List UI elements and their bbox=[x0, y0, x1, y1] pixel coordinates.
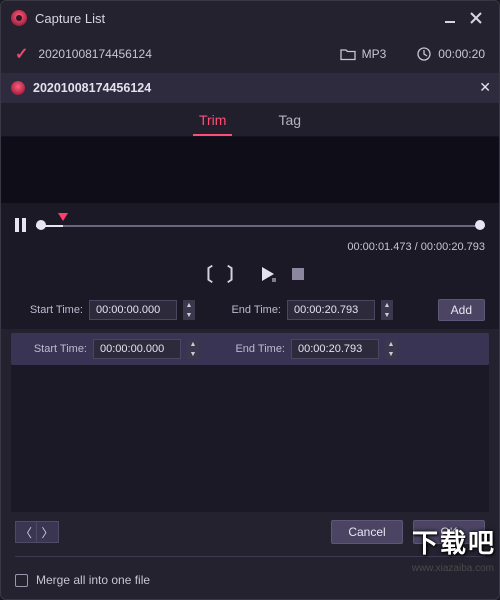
editor-header: 20201008174456124 ✕ bbox=[1, 73, 499, 103]
set-in-button[interactable]: 〔 bbox=[195, 261, 213, 287]
bottom-button-row: 〈 〉 Cancel OK bbox=[1, 512, 499, 552]
ok-button[interactable]: OK bbox=[413, 520, 485, 544]
tab-bar: Trim Tag bbox=[1, 103, 499, 137]
close-button[interactable] bbox=[463, 8, 489, 28]
capture-id: 20201008174456124 bbox=[38, 47, 151, 61]
prev-button[interactable]: 〈 bbox=[15, 521, 37, 543]
editor-title: 20201008174456124 bbox=[33, 81, 151, 95]
merge-checkbox[interactable] bbox=[15, 574, 28, 587]
range-start-handle[interactable] bbox=[36, 220, 46, 230]
app-window: Capture List ✓ 20201008174456124 MP3 00:… bbox=[0, 0, 500, 600]
app-logo-icon bbox=[11, 10, 27, 26]
merge-label: Merge all into one file bbox=[36, 573, 150, 587]
time-inputs-primary: Start Time: ▲▼ End Time: ▲▼ Add bbox=[1, 291, 499, 329]
seek-track[interactable] bbox=[36, 211, 485, 239]
cancel-button[interactable]: Cancel bbox=[331, 520, 403, 544]
playhead-marker[interactable] bbox=[58, 213, 68, 221]
folder-icon bbox=[340, 46, 356, 62]
format-label: MP3 bbox=[362, 47, 387, 61]
transport-controls: 〔 〕 bbox=[1, 257, 499, 291]
segments-area bbox=[11, 365, 489, 512]
stop-button[interactable] bbox=[291, 267, 305, 281]
start-time-input[interactable] bbox=[89, 300, 177, 320]
titlebar: Capture List bbox=[1, 1, 499, 35]
start-time-label: Start Time: bbox=[15, 304, 83, 316]
duration-label: 00:00:20 bbox=[438, 47, 485, 61]
mini-logo-icon bbox=[11, 81, 25, 95]
end-time-label: End Time: bbox=[213, 304, 281, 316]
time-position: 00:00:01.473 bbox=[347, 241, 411, 253]
window-title: Capture List bbox=[35, 11, 105, 26]
set-out-button[interactable]: 〕 bbox=[227, 261, 245, 287]
tab-tag[interactable]: Tag bbox=[272, 106, 307, 136]
segment-end-stepper[interactable]: ▲▼ bbox=[385, 339, 397, 359]
pause-button[interactable] bbox=[15, 218, 26, 232]
track-line bbox=[36, 225, 485, 227]
segment-start-input[interactable] bbox=[93, 339, 181, 359]
tab-trim[interactable]: Trim bbox=[193, 106, 232, 136]
segment-start-stepper[interactable]: ▲▼ bbox=[187, 339, 199, 359]
end-time-input[interactable] bbox=[287, 300, 375, 320]
player-bar: 00:00:01.473 / 00:00:20.793 bbox=[1, 203, 499, 257]
segment-start-label: Start Time: bbox=[19, 343, 87, 355]
editor-close-button[interactable]: ✕ bbox=[479, 79, 491, 96]
capture-info-row: ✓ 20201008174456124 MP3 00:00:20 bbox=[1, 35, 499, 73]
format-group: MP3 bbox=[340, 46, 387, 62]
end-time-stepper[interactable]: ▲▼ bbox=[381, 300, 393, 320]
clock-icon bbox=[416, 46, 432, 62]
waveform-preview bbox=[1, 137, 499, 203]
time-counter: 00:00:01.473 / 00:00:20.793 bbox=[15, 241, 485, 253]
segment-end-label: End Time: bbox=[217, 343, 285, 355]
time-total: 00:00:20.793 bbox=[421, 241, 485, 253]
segment-row[interactable]: Start Time: ▲▼ End Time: ▲▼ bbox=[11, 333, 489, 365]
footer: Merge all into one file bbox=[1, 561, 499, 599]
duration-group: 00:00:20 bbox=[416, 46, 485, 62]
check-icon: ✓ bbox=[15, 44, 28, 64]
next-button[interactable]: 〉 bbox=[37, 521, 59, 543]
play-button[interactable] bbox=[259, 265, 277, 283]
divider bbox=[15, 556, 485, 557]
add-segment-button[interactable]: Add bbox=[438, 299, 485, 321]
start-time-stepper[interactable]: ▲▼ bbox=[183, 300, 195, 320]
segment-end-input[interactable] bbox=[291, 339, 379, 359]
minimize-button[interactable] bbox=[437, 8, 463, 28]
range-end-handle[interactable] bbox=[475, 220, 485, 230]
